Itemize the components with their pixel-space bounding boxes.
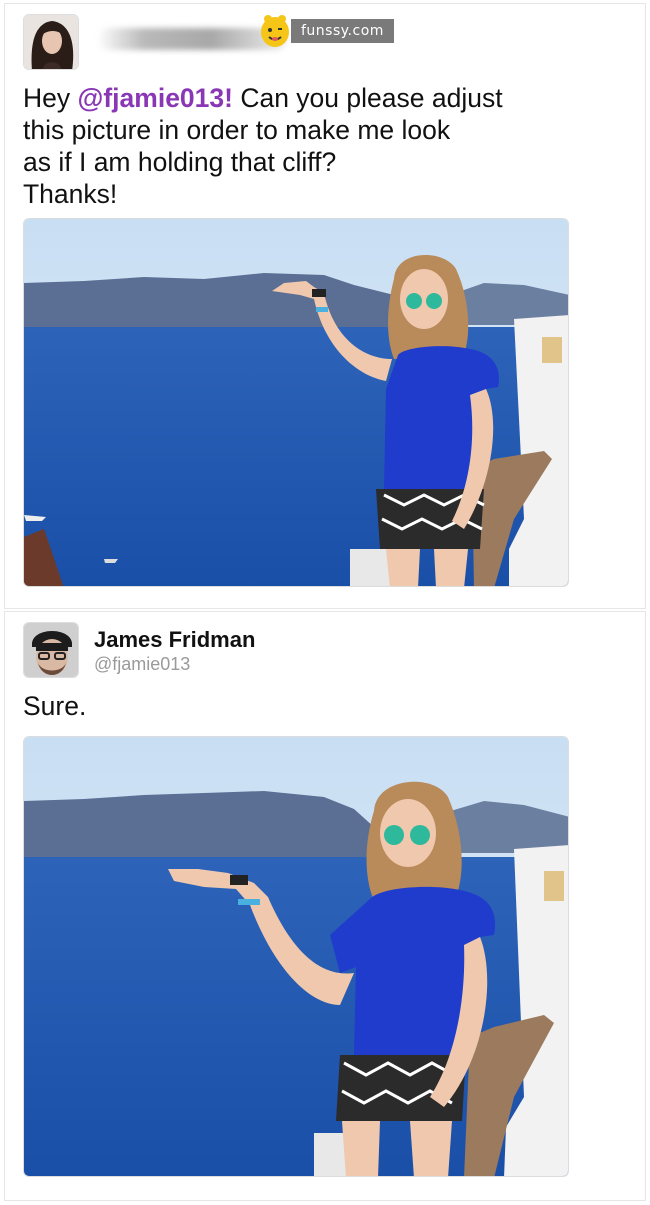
reply-tweet-text: Sure. (23, 691, 87, 721)
author-handle[interactable]: @fjamie013 (94, 654, 190, 675)
funssy-mascot-icon (261, 15, 289, 47)
author-name[interactable]: James Fridman (94, 627, 255, 653)
requester-avatar[interactable] (23, 14, 79, 70)
james-fridman-avatar[interactable] (23, 622, 79, 678)
request-tweet-text: Hey @fjamie013! Can you please adjust th… (23, 83, 503, 209)
site-name[interactable]: funssy.com (291, 19, 394, 43)
reply-tweet-card: James Fridman @fjamie013 Sure. (4, 611, 646, 1201)
request-tweet-card: funssy.com Hey @fjamie013! Can you pleas… (4, 3, 646, 609)
site-watermark: funssy.com (257, 12, 394, 50)
edited-photo[interactable] (23, 736, 569, 1177)
mention-link[interactable]: @fjamie013! (78, 83, 233, 113)
original-photo[interactable] (23, 218, 569, 587)
